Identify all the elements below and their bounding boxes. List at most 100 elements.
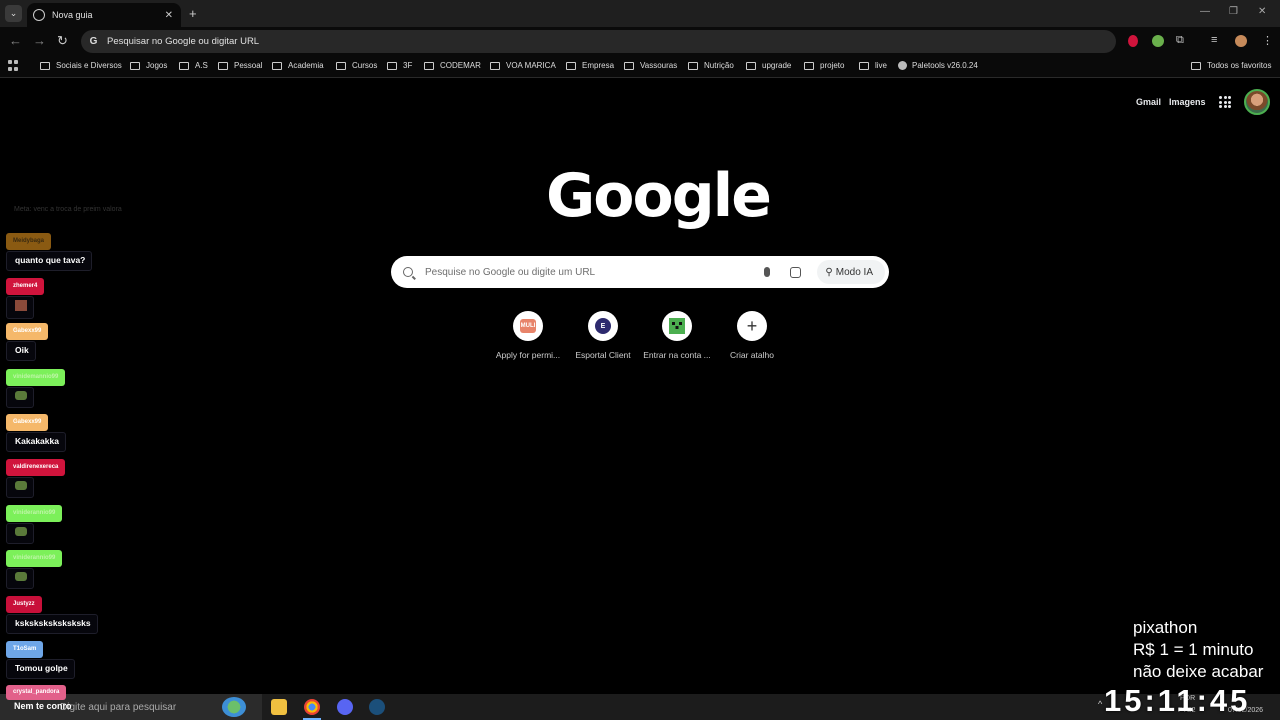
steam-icon[interactable] [369, 699, 385, 715]
all-bookmarks-button[interactable]: Todos os favoritos [1191, 61, 1271, 70]
chrome-taskbar-icon[interactable] [304, 699, 320, 715]
bookmark-label: A.S [195, 61, 208, 70]
google-apps-icon[interactable] [1219, 96, 1231, 108]
chat-message: viniderannio99 [6, 501, 63, 544]
chrome-menu-icon[interactable]: ⋮ [1262, 34, 1273, 47]
bookmark-folder[interactable]: Nutrição [688, 61, 734, 70]
folder-icon [688, 61, 698, 70]
bookmark-folder[interactable]: Vassouras [624, 61, 677, 70]
bookmark-site[interactable]: Paletools v26.0.24 [898, 61, 978, 70]
tab-close-icon[interactable]: ✕ [165, 10, 173, 21]
reload-button[interactable]: ↻ [57, 33, 68, 49]
address-bar[interactable]: G Pesquisar no Google ou digitar URL [81, 30, 1116, 53]
chat-message: vinidemannio99 [6, 365, 66, 408]
bookmark-label: live [875, 61, 888, 70]
chat-username: Meidybaga [6, 233, 52, 250]
bookmark-label: Empresa [582, 61, 615, 70]
extension-green-icon[interactable] [1152, 35, 1164, 47]
window-close-button[interactable]: ✕ [1258, 6, 1266, 17]
overlay-warning: não deixe acabar [1133, 662, 1264, 681]
shortcut-tile [662, 311, 692, 341]
ai-search-icon: ⚲ [825, 266, 833, 278]
bookmark-folder[interactable]: Sociais e Diversos [40, 61, 122, 70]
tab-strip: ⌄ Nova guia ✕ + — ❐ ✕ [0, 0, 1280, 27]
bookmark-label: upgrade [762, 61, 792, 70]
file-explorer-icon[interactable] [271, 699, 287, 715]
weather-globe-icon[interactable] [222, 697, 246, 717]
chat-text: ksksksksksksksks [6, 614, 98, 634]
bookmark-folder[interactable]: 3F [387, 61, 412, 70]
folder-icon [179, 61, 189, 70]
folder-icon [746, 61, 756, 70]
overlay-rate: R$ 1 = 1 minuto [1133, 640, 1254, 659]
chat-text: Tomou golpe [6, 659, 75, 679]
google-lens-icon[interactable] [790, 266, 802, 278]
bookmark-label: CODEMAR [440, 61, 481, 70]
shortcut-add[interactable]: + Criar atalho [712, 311, 792, 360]
chat-message: Justyzz ksksksksksksksks [6, 592, 98, 634]
browser-toolbar: ← → ↻ G Pesquisar no Google ou digitar U… [0, 27, 1280, 56]
bookmark-folder[interactable]: Jogos [130, 61, 167, 70]
bookmark-folder[interactable]: upgrade [746, 61, 791, 70]
microphone-icon[interactable] [764, 267, 771, 277]
shortcut-entrar[interactable]: Entrar na conta ... [637, 311, 717, 360]
account-avatar[interactable] [1244, 89, 1270, 115]
bookmark-folder[interactable]: VOA MARICA [490, 61, 556, 70]
discord-icon[interactable] [337, 699, 353, 715]
chat-username: vinidemannio99 [6, 369, 66, 386]
extension-record-icon[interactable] [1128, 35, 1138, 47]
folder-icon [40, 61, 50, 70]
chat-emote [6, 568, 34, 589]
chat-username: Justyzz [6, 596, 42, 613]
overlay-title: pixathon [1133, 618, 1198, 637]
gmail-link[interactable]: Gmail [1136, 97, 1161, 107]
search-input[interactable]: Pesquise no Google ou digite um URL [425, 267, 764, 278]
shortcut-esportal[interactable]: E Esportal Client [563, 311, 643, 360]
emote-icon [15, 572, 27, 581]
forward-button[interactable]: → [33, 33, 46, 48]
bookmark-label: Pessoal [234, 61, 263, 70]
media-control-icon[interactable]: ≡ [1211, 34, 1217, 46]
bookmark-folder[interactable]: A.S [179, 61, 208, 70]
restore-button[interactable]: ❐ [1229, 6, 1238, 17]
extensions-puzzle-icon[interactable]: ⧉ [1176, 34, 1184, 47]
bookmark-label: Paletools v26.0.24 [912, 61, 978, 70]
tray-expand-icon[interactable]: ^ [1098, 699, 1102, 709]
folder-icon [1191, 61, 1201, 70]
bookmark-folder[interactable]: CODEMAR [424, 61, 481, 70]
chat-emote [6, 296, 34, 319]
address-bar-text: Pesquisar no Google ou digitar URL [107, 36, 260, 47]
tab-search-button[interactable]: ⌄ [5, 5, 22, 22]
bookmark-folder[interactable]: Pessoal [218, 61, 262, 70]
bookmark-folder[interactable]: Empresa [566, 61, 614, 70]
chat-message: Meidybaga quanto que tava? [6, 229, 93, 271]
windows-taskbar: Digite aqui para pesquisar Nem te conro … [0, 694, 1280, 720]
search-box[interactable]: Pesquise no Google ou digite um URL ⚲ Mo… [391, 256, 889, 288]
bookmark-folder[interactable]: projeto [804, 61, 844, 70]
shortcut-apply[interactable]: MULI Apply for permi... [488, 311, 568, 360]
bookmark-label: 3F [403, 61, 413, 70]
minimize-button[interactable]: — [1200, 6, 1210, 17]
shortcut-label: Entrar na conta ... [643, 350, 711, 360]
profile-toolbar-icon[interactable] [1235, 35, 1247, 47]
folder-icon [804, 61, 814, 70]
back-button[interactable]: ← [9, 33, 22, 48]
chat-message: T1oSam Tomou golpe [6, 637, 75, 679]
bookmark-folder[interactable]: live [859, 61, 887, 70]
taskbar-search-placeholder: Digite aqui para pesquisar [60, 701, 177, 713]
chat-message: viniderannio99 [6, 546, 63, 589]
chat-username: valdirenexereca [6, 459, 66, 476]
bookmark-folder[interactable]: Cursos [336, 61, 377, 70]
ai-mode-button[interactable]: ⚲ Modo IA [817, 260, 885, 284]
tab-nova-guia[interactable]: Nova guia ✕ [27, 3, 181, 27]
chat-username: T1oSam [6, 641, 44, 658]
chat-message: crystal_pandora [6, 680, 67, 700]
apps-shortcut-icon[interactable] [8, 60, 19, 71]
ai-mode-label: Modo IA [835, 266, 873, 278]
images-link[interactable]: Imagens [1169, 97, 1206, 107]
bookmark-folder[interactable]: Academia [272, 61, 324, 70]
chat-emote [6, 523, 34, 544]
new-tab-button[interactable]: + [189, 6, 197, 21]
shortcut-tile: MULI [513, 311, 543, 341]
search-icon [403, 267, 413, 277]
